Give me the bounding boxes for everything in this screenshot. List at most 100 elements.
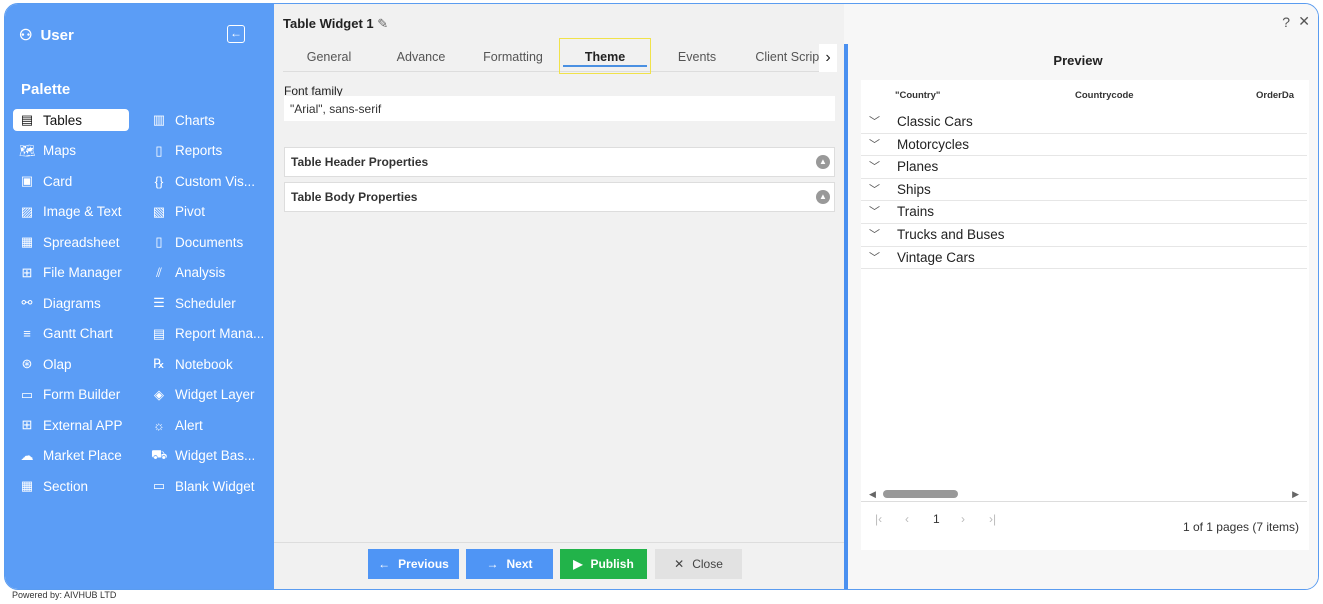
layers-icon: ◈ [154, 386, 164, 402]
sidebar-item-olap[interactable]: ⊛ Olap [13, 353, 72, 375]
document-icon: ▯ [155, 234, 163, 249]
image-icon: ▨ [20, 203, 34, 219]
user-menu[interactable]: ⚇ User [19, 26, 74, 45]
tab-events[interactable]: Events [651, 42, 743, 71]
alert-icon: ☼ [153, 417, 165, 433]
scrollbar-thumb[interactable] [883, 490, 958, 498]
close-button[interactable]: ✕ Close [655, 549, 742, 579]
table-row[interactable]: ﹀ Classic Cars [861, 111, 1307, 134]
column-header[interactable]: OrderDa [1256, 90, 1294, 101]
chevron-up-icon[interactable]: ▲ [816, 155, 830, 169]
report-manager-icon: ▤ [152, 325, 166, 341]
column-header[interactable]: Countrycode [1075, 90, 1134, 101]
analysis-icon: ⫽ [156, 264, 162, 280]
pivot-icon: ▧ [152, 203, 166, 219]
sidebar-item-pivot[interactable]: ▧ Pivot [145, 201, 205, 223]
expand-chevron-icon[interactable]: ﹀ [869, 179, 880, 201]
sidebar-item-analysis[interactable]: ⫽ Analysis [145, 262, 225, 284]
sidebar-item-section[interactable]: ▦ Section [13, 475, 88, 497]
form-icon: ▭ [20, 386, 34, 402]
column-header[interactable]: "Country" [895, 90, 940, 101]
scroll-left-icon: ◀ [869, 489, 876, 499]
sidebar-item-blank-widget[interactable]: ▭ Blank Widget [145, 475, 255, 497]
expand-chevron-icon[interactable]: ﹀ [869, 247, 880, 269]
publish-button[interactable]: ▶ Publish [560, 549, 647, 579]
sidebar-item-reports[interactable]: ▯ Reports [145, 140, 222, 162]
sidebar-item-alert[interactable]: ☼ Alert [145, 414, 203, 436]
chevron-up-icon[interactable]: ▲ [816, 190, 830, 204]
table-row[interactable]: ﹀ Motorcycles [861, 134, 1307, 157]
collapse-sidebar-button[interactable]: ← [227, 25, 245, 43]
expand-chevron-icon[interactable]: ﹀ [869, 201, 880, 223]
sidebar-item-scheduler[interactable]: ☰ Scheduler [145, 292, 236, 314]
sidebar-item-widget-layer[interactable]: ◈ Widget Layer [145, 384, 255, 406]
file-manager-icon: ⊞ [21, 264, 33, 280]
next-button[interactable]: → Next [466, 549, 553, 579]
user-icon: ⚇ [19, 27, 33, 44]
table-body-properties-section[interactable]: Table Body Properties ▲ [284, 182, 835, 212]
spreadsheet-icon: ▦ [20, 234, 34, 249]
expand-chevron-icon[interactable]: ﹀ [869, 156, 880, 178]
tab-advance[interactable]: Advance [375, 42, 467, 71]
help-icon[interactable]: ? [1282, 14, 1290, 30]
preview-title: Preview [1053, 53, 1103, 68]
editor-footer: ← Previous → Next ▶ Publish ✕ Close [274, 542, 844, 589]
table-row[interactable]: ﹀ Trucks and Buses [861, 224, 1307, 247]
play-icon: ▶ [573, 557, 583, 571]
card-icon: ▣ [20, 173, 34, 188]
table-row[interactable]: ﹀ Ships [861, 179, 1307, 202]
table-row[interactable]: ﹀ Trains [861, 201, 1307, 224]
tabs-next-chevron-icon[interactable]: › [819, 44, 837, 72]
sidebar-item-charts[interactable]: ▥ Charts [145, 109, 215, 131]
sidebar-item-maps[interactable]: 🗺 Maps [13, 140, 76, 162]
horizontal-scrollbar[interactable]: ◀ ▶ [861, 488, 1307, 502]
edit-icon[interactable]: ✎ [377, 16, 388, 31]
sidebar-item-external-app[interactable]: ⊞ External APP [13, 414, 123, 436]
sidebar-item-report-mana-[interactable]: ▤ Report Mana... [145, 323, 264, 345]
report-icon: ▯ [155, 142, 163, 158]
preview-table: "Country" Countrycode OrderDa ﹀ Classic C… [861, 80, 1309, 550]
preview-panel: ? ✕ Preview "Country" Countrycode OrderD… [848, 4, 1318, 589]
font-family-input[interactable] [284, 96, 835, 121]
sidebar-item-form-builder[interactable]: ▭ Form Builder [13, 384, 120, 406]
sidebar-item-market-place[interactable]: ☁ Market Place [13, 445, 122, 467]
current-page[interactable]: 1 [933, 512, 940, 526]
tab-theme[interactable]: Theme [559, 38, 652, 74]
previous-button[interactable]: ← Previous [368, 549, 459, 579]
first-page-icon[interactable]: |‹ [875, 512, 882, 526]
sidebar-item-widget-bas-[interactable]: ⛟ Widget Bas... [145, 445, 255, 467]
scroll-right-icon: ▶ [1292, 489, 1299, 499]
map-icon: 🗺 [19, 142, 36, 158]
expand-chevron-icon[interactable]: ﹀ [869, 134, 880, 156]
arrow-left-icon: ← [378, 557, 391, 571]
sidebar-item-tables[interactable]: ▤ Tables [13, 109, 129, 131]
table-row[interactable]: ﹀ Planes [861, 156, 1307, 179]
blank-widget-icon: ▭ [152, 478, 166, 493]
editor-panel: Table Widget 1 ✎ General Advance Formattin… [274, 4, 844, 589]
dialog-window: ⚇ User ← Palette ▤ Tables 🗺 Maps ▣ Card ▨ Image … [4, 3, 1319, 590]
expand-chevron-icon[interactable]: ﹀ [869, 111, 880, 133]
tab-formatting[interactable]: Formatting [467, 42, 559, 71]
tab-general[interactable]: General [283, 42, 375, 71]
close-icon: ✕ [674, 557, 685, 571]
table-header-properties-section[interactable]: Table Header Properties ▲ [284, 147, 835, 177]
table-row[interactable]: ﹀ Vintage Cars [861, 247, 1307, 270]
sidebar-item-diagrams[interactable]: ⚯ Diagrams [13, 292, 101, 314]
close-dialog-icon[interactable]: ✕ [1298, 13, 1310, 30]
sidebar-item-image-text[interactable]: ▨ Image & Text [13, 201, 122, 223]
last-page-icon[interactable]: ›| [989, 512, 996, 526]
prev-page-icon[interactable]: ‹ [905, 512, 909, 526]
sidebar: ⚇ User ← Palette ▤ Tables 🗺 Maps ▣ Card ▨ Image … [5, 4, 274, 589]
sidebar-item-custom-vis-[interactable]: {} Custom Vis... [145, 170, 255, 192]
sidebar-item-gantt-chart[interactable]: ≡ Gantt Chart [13, 323, 113, 345]
sidebar-item-notebook[interactable]: ℞ Notebook [145, 353, 233, 375]
expand-chevron-icon[interactable]: ﹀ [869, 224, 880, 246]
sidebar-item-file-manager[interactable]: ⊞ File Manager [13, 262, 122, 284]
sidebar-item-spreadsheet[interactable]: ▦ Spreadsheet [13, 231, 120, 253]
sidebar-item-card[interactable]: ▣ Card [13, 170, 72, 192]
palette-heading: Palette [21, 81, 71, 98]
next-page-icon[interactable]: › [961, 512, 965, 526]
section-icon: ▦ [20, 478, 34, 493]
sidebar-item-documents[interactable]: ▯ Documents [145, 231, 243, 253]
external-app-icon: ⊞ [21, 417, 33, 432]
